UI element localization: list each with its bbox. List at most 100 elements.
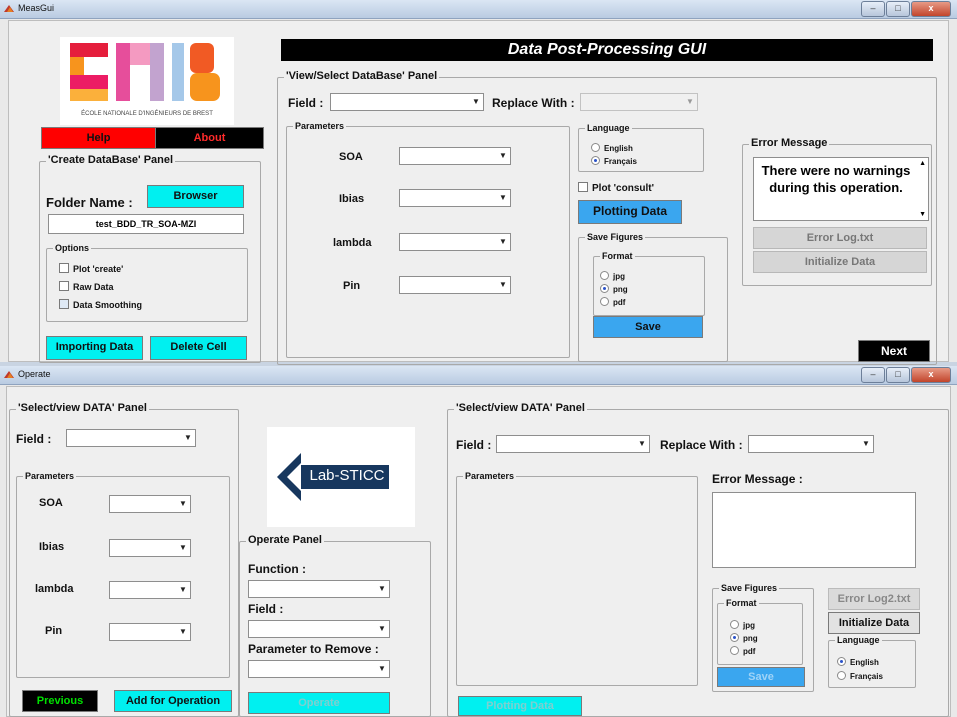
operate-client: 'Select/view DATA' Panel Field : ▼ Param…	[6, 386, 951, 717]
replace-with-dropdown[interactable]: ▼	[748, 435, 874, 453]
field2-dropdown[interactable]: ▼	[248, 620, 390, 638]
radio-icon	[837, 671, 846, 680]
data-smoothing-checkbox[interactable]: Data Smoothing	[59, 299, 142, 310]
param-soa-dropdown[interactable]: ▼	[399, 147, 511, 165]
error-message-label: Error Message :	[712, 472, 803, 486]
lang-french-label: Français	[850, 672, 883, 681]
help-button[interactable]: Help	[41, 127, 156, 149]
browser-button[interactable]: Browser	[147, 185, 244, 208]
param-pin-dropdown[interactable]: ▼	[109, 623, 191, 641]
error-log2-button[interactable]: Error Log2.txt	[828, 588, 920, 610]
folder-name-field[interactable]: test_BDD_TR_SOA-MZI	[48, 214, 244, 234]
lang-french-label: Français	[604, 157, 637, 166]
minimize-icon[interactable]: –	[861, 367, 885, 383]
operate-button[interactable]: Operate	[248, 692, 390, 714]
labsticc-text: Lab-STICC	[309, 467, 385, 484]
field-label: Field :	[16, 432, 52, 446]
field-dropdown[interactable]: ▼	[66, 429, 196, 447]
dropdown-arrow-icon: ▼	[499, 280, 507, 289]
plotting-data-button[interactable]: Plotting Data	[458, 696, 582, 716]
measgui-window: MeasGui – □ x ÉCOLE NATIONALE D'INGÉNIEU…	[0, 0, 957, 365]
plot-consult-checkbox[interactable]: Plot 'consult'	[578, 182, 654, 194]
field-dropdown[interactable]: ▼	[330, 93, 484, 111]
lang-french-radio[interactable]: Français	[837, 671, 883, 681]
save-button[interactable]: Save	[593, 316, 703, 338]
scroll-up-icon[interactable]: ▲	[919, 160, 926, 167]
next-button[interactable]: Next	[858, 340, 930, 362]
add-for-operation-button[interactable]: Add for Operation	[114, 690, 232, 712]
initialize-data-button[interactable]: Initialize Data	[828, 612, 920, 634]
lang-french-radio[interactable]: Français	[591, 156, 637, 166]
close-icon[interactable]: x	[911, 1, 951, 17]
format-panel: Format jpg png pdf	[717, 598, 803, 665]
scroll-down-icon[interactable]: ▼	[919, 211, 926, 218]
operate-panel-title: Operate Panel	[246, 534, 324, 546]
plotting-data-button[interactable]: Plotting Data	[578, 200, 682, 224]
fmt-png-radio[interactable]: png	[600, 284, 628, 294]
options-panel: Options Plot 'create' Raw Data Data Smoo…	[46, 243, 248, 322]
replace-with-dropdown[interactable]: ▼	[580, 93, 698, 111]
previous-button[interactable]: Previous	[22, 690, 98, 712]
error-message-title: Error Message	[749, 137, 830, 149]
param-ibias-label: Ibias	[39, 541, 65, 553]
param-lambda-label: lambda	[35, 583, 74, 595]
param-ibias-label: Ibias	[339, 193, 365, 205]
maximize-icon[interactable]: □	[886, 1, 910, 17]
dropdown-arrow-icon: ▼	[862, 439, 870, 448]
plot-create-checkbox[interactable]: Plot 'create'	[59, 263, 123, 274]
parameter-to-remove-dropdown[interactable]: ▼	[248, 660, 390, 678]
checkbox-icon	[59, 263, 69, 273]
fmt-png-radio[interactable]: png	[730, 633, 758, 643]
raw-data-checkbox[interactable]: Raw Data	[59, 281, 114, 292]
error-message-text: There were no warnings during this opera…	[761, 163, 911, 195]
radio-icon	[600, 271, 609, 280]
lang-english-radio[interactable]: English	[591, 143, 633, 153]
dropdown-arrow-icon: ▼	[179, 543, 187, 552]
dropdown-arrow-icon: ▼	[179, 585, 187, 594]
param-ibias-dropdown[interactable]: ▼	[109, 539, 191, 557]
fmt-pdf-radio[interactable]: pdf	[600, 297, 625, 307]
dropdown-arrow-icon: ▼	[179, 627, 187, 636]
param-soa-label: SOA	[39, 497, 63, 509]
param-pin-dropdown[interactable]: ▼	[399, 276, 511, 294]
param-soa-dropdown[interactable]: ▼	[109, 495, 191, 513]
fmt-png-label: png	[613, 285, 628, 294]
save-figures-panel: Save Figures Format jpg png pdf Save	[712, 583, 814, 692]
select-view-panel-right: 'Select/view DATA' Panel Field : ▼ Repla…	[447, 402, 949, 717]
minimize-icon[interactable]: –	[861, 1, 885, 17]
initialize-data-button[interactable]: Initialize Data	[753, 251, 927, 273]
param-lambda-dropdown[interactable]: ▼	[399, 233, 511, 251]
dropdown-arrow-icon: ▼	[378, 624, 386, 633]
close-icon[interactable]: x	[911, 367, 951, 383]
fmt-jpg-radio[interactable]: jpg	[730, 620, 755, 630]
field-dropdown-right[interactable]: ▼	[496, 435, 650, 453]
function-dropdown[interactable]: ▼	[248, 580, 390, 598]
dropdown-arrow-icon: ▼	[184, 433, 192, 442]
lang-english-radio[interactable]: English	[837, 657, 879, 667]
fmt-pdf-radio[interactable]: pdf	[730, 646, 755, 656]
language-panel: Language English Français	[828, 635, 916, 688]
parameter-to-remove-label: Parameter to Remove :	[248, 642, 379, 656]
radio-selected-icon	[600, 284, 609, 293]
about-button[interactable]: About	[155, 127, 264, 149]
radio-icon	[600, 297, 609, 306]
maximize-icon[interactable]: □	[886, 367, 910, 383]
language-panel: Language English Français	[578, 123, 704, 172]
fmt-jpg-label: jpg	[743, 621, 755, 630]
param-lambda-dropdown[interactable]: ▼	[109, 581, 191, 599]
language-title: Language	[585, 123, 632, 133]
delete-cell-button[interactable]: Delete Cell	[150, 336, 247, 360]
error-message-box[interactable]	[712, 492, 916, 568]
format-panel: Format jpg png pdf	[593, 251, 705, 316]
fmt-pdf-label: pdf	[613, 298, 626, 307]
window-controls: – □ x	[860, 367, 951, 383]
error-log-button[interactable]: Error Log.txt	[753, 227, 927, 249]
fmt-jpg-radio[interactable]: jpg	[600, 271, 625, 281]
error-message-box[interactable]: There were no warnings during this opera…	[753, 157, 929, 221]
raw-data-label: Raw Data	[73, 282, 114, 292]
parameters-title: Parameters	[463, 471, 517, 481]
parameters-panel-right: Parameters	[456, 471, 698, 686]
importing-data-button[interactable]: Importing Data	[46, 336, 143, 360]
param-ibias-dropdown[interactable]: ▼	[399, 189, 511, 207]
save-button[interactable]: Save	[717, 667, 805, 687]
